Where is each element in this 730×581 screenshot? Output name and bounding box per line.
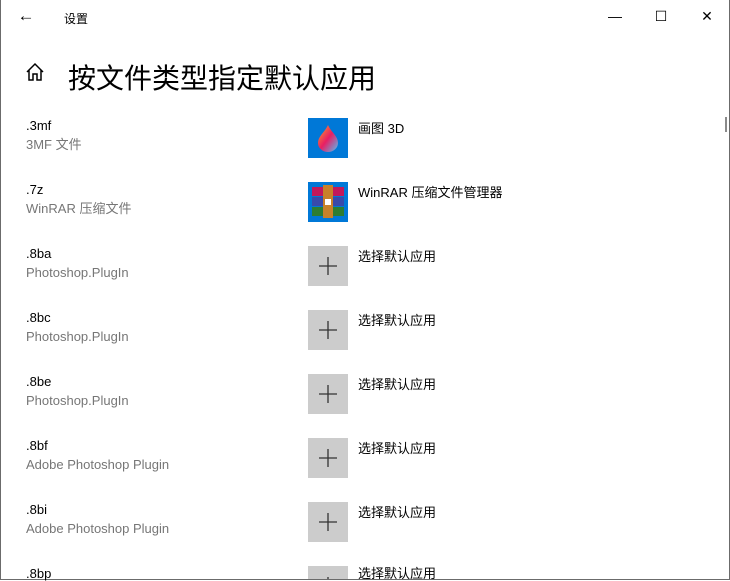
file-extension: .8bi bbox=[26, 502, 47, 517]
plus-icon[interactable] bbox=[308, 438, 348, 478]
settings-window: ← 设置 — ☐ ✕ 按文件类型指定默认应用 .3mf 3MF 文件 画图 3D… bbox=[0, 0, 730, 581]
minimize-button[interactable]: — bbox=[592, 0, 638, 33]
back-button[interactable]: ← bbox=[11, 4, 41, 28]
window-title: 设置 bbox=[64, 12, 89, 26]
file-type-description: Photoshop.PlugIn bbox=[26, 393, 129, 408]
file-type-row: .8bc Photoshop.PlugIn 选择默认应用 bbox=[1, 310, 721, 350]
paint3d-icon bbox=[308, 118, 348, 158]
file-type-row: .3mf 3MF 文件 画图 3D bbox=[1, 118, 721, 158]
plus-icon[interactable] bbox=[308, 310, 348, 350]
file-extension: .8bp bbox=[26, 566, 52, 581]
app-name: 选择默认应用 bbox=[358, 566, 437, 581]
app-name: 选择默认应用 bbox=[358, 441, 437, 456]
file-type-row: .8bf Adobe Photoshop Plugin 选择默认应用 bbox=[1, 438, 721, 478]
plus-icon[interactable] bbox=[308, 246, 348, 286]
plus-icon[interactable] bbox=[308, 374, 348, 414]
file-type-row: .8bp 选择默认应用 bbox=[1, 566, 721, 581]
home-icon[interactable] bbox=[25, 62, 45, 88]
app-name: 选择默认应用 bbox=[358, 313, 437, 328]
title-bar: ← 设置 — ☐ ✕ bbox=[1, 0, 729, 33]
close-button[interactable]: ✕ bbox=[684, 0, 730, 33]
file-type-description: Photoshop.PlugIn bbox=[26, 265, 129, 280]
plus-icon[interactable] bbox=[308, 566, 348, 579]
file-type-description: Adobe Photoshop Plugin bbox=[26, 457, 170, 472]
file-extension: .8bc bbox=[26, 310, 51, 325]
app-name: 选择默认应用 bbox=[358, 505, 437, 520]
file-type-row: .7z WinRAR 压缩文件 WinRAR 压缩文件管理器 bbox=[1, 182, 721, 222]
app-name: 选择默认应用 bbox=[358, 249, 437, 264]
winrar-icon bbox=[308, 182, 348, 222]
plus-icon[interactable] bbox=[308, 502, 348, 542]
file-extension: .8be bbox=[26, 374, 52, 389]
file-type-description: WinRAR 压缩文件 bbox=[26, 201, 132, 216]
file-extension: .7z bbox=[26, 182, 44, 197]
app-name: WinRAR 压缩文件管理器 bbox=[358, 185, 503, 200]
app-name: 画图 3D bbox=[358, 121, 405, 136]
scrollbar[interactable] bbox=[725, 117, 727, 132]
file-type-description: Photoshop.PlugIn bbox=[26, 329, 129, 344]
file-extension: .8ba bbox=[26, 246, 52, 261]
maximize-button[interactable]: ☐ bbox=[638, 0, 684, 33]
file-type-row: .8be Photoshop.PlugIn 选择默认应用 bbox=[1, 374, 721, 414]
file-extension: .8bf bbox=[26, 438, 48, 453]
page-title: 按文件类型指定默认应用 bbox=[68, 63, 377, 94]
file-extension: .3mf bbox=[26, 118, 52, 133]
file-type-row: .8bi Adobe Photoshop Plugin 选择默认应用 bbox=[1, 502, 721, 542]
app-name: 选择默认应用 bbox=[358, 377, 437, 392]
file-type-description: Adobe Photoshop Plugin bbox=[26, 521, 170, 536]
file-type-row: .8ba Photoshop.PlugIn 选择默认应用 bbox=[1, 246, 721, 286]
file-type-description: 3MF 文件 bbox=[26, 137, 82, 152]
